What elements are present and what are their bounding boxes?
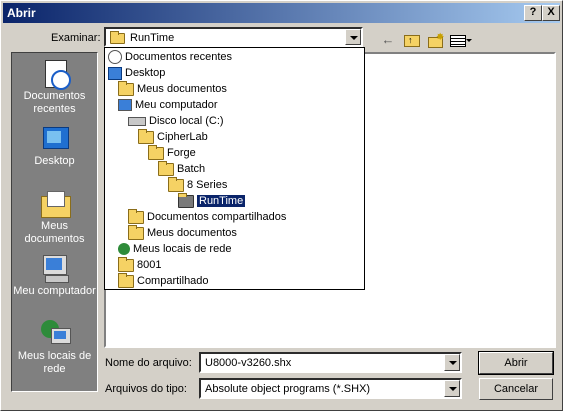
lookin-label: Examinar: xyxy=(51,32,101,44)
place-recent[interactable]: Documentos recentes xyxy=(12,58,97,116)
network-icon xyxy=(118,243,130,256)
place-label: Meu computador xyxy=(13,285,96,297)
close-button[interactable]: X xyxy=(542,5,560,21)
filename-label: Nome do arquivo: xyxy=(105,357,192,369)
folder-icon xyxy=(138,128,154,144)
recent-docs-icon xyxy=(39,58,71,90)
dropdown-item[interactable]: 8001 xyxy=(118,256,162,273)
dropdown-item[interactable]: Documentos recentes xyxy=(108,49,232,65)
lookin-combo[interactable]: RunTime xyxy=(104,27,363,47)
dropdown-item[interactable]: Meu computador xyxy=(118,97,218,113)
title-bar[interactable]: Abrir ? X xyxy=(3,3,560,23)
network-icon xyxy=(39,318,71,350)
folder-icon xyxy=(148,144,164,160)
item-label: RunTime xyxy=(197,195,246,207)
window-title: Abrir xyxy=(7,6,36,20)
place-label: Meus documentos xyxy=(24,220,85,245)
item-label: 8 Series xyxy=(187,179,228,191)
dropdown-item[interactable]: Meus documentos xyxy=(118,80,227,97)
dropdown-item[interactable]: Desktop xyxy=(108,65,165,81)
item-label: Forge xyxy=(167,147,196,159)
dropdown-item[interactable]: Meus documentos xyxy=(128,224,237,241)
up-folder-icon[interactable]: ↑ xyxy=(401,31,421,49)
computer-icon xyxy=(118,99,132,112)
dropdown-item[interactable]: Meus locais de rede xyxy=(118,241,231,257)
item-label: Batch xyxy=(177,163,206,175)
place-label: Meus locais de rede xyxy=(17,350,92,375)
folder-icon xyxy=(168,176,184,192)
item-label: CipherLab xyxy=(157,131,208,143)
open-dialog: Abrir ? X Examinar: RunTime ← ↑ ✸ Docume… xyxy=(0,0,563,411)
dropdown-item[interactable]: Disco local (C:) xyxy=(128,113,224,129)
filename-value: U8000-v3260.shx xyxy=(205,357,292,369)
folder-open-icon xyxy=(178,192,194,208)
item-label: Documentos compartilhados xyxy=(147,211,287,223)
my-documents-icon xyxy=(118,80,134,96)
item-label: Meus documentos xyxy=(137,83,227,95)
open-button[interactable]: Abrir xyxy=(478,351,554,375)
dropdown-item[interactable]: Forge xyxy=(148,144,196,161)
desktop-icon xyxy=(108,66,122,80)
item-label: Meu computador xyxy=(135,99,218,111)
folder-icon xyxy=(118,256,134,272)
item-label: Compartilhado xyxy=(137,275,209,287)
cancel-button[interactable]: Cancelar xyxy=(479,378,553,400)
filetype-label: Arquivos do tipo: xyxy=(105,383,187,395)
folder-icon xyxy=(110,31,125,44)
places-bar: Documentos recentes Desktop Meus documen… xyxy=(11,52,98,392)
dropdown-item[interactable]: 8 Series xyxy=(168,176,228,193)
folder-icon xyxy=(118,272,134,288)
folder-icon xyxy=(158,160,174,176)
new-folder-icon[interactable]: ✸ xyxy=(425,31,445,49)
item-label: Meus locais de rede xyxy=(133,243,232,255)
chevron-down-icon[interactable] xyxy=(444,354,460,371)
filename-input[interactable]: U8000-v3260.shx xyxy=(199,352,462,373)
item-label: Desktop xyxy=(125,67,166,79)
dropdown-item[interactable]: CipherLab xyxy=(138,128,208,145)
help-button[interactable]: ? xyxy=(524,5,542,21)
place-desktop[interactable]: Desktop xyxy=(12,123,97,168)
chevron-down-icon[interactable] xyxy=(444,380,460,397)
place-my-computer[interactable]: Meu computador xyxy=(12,253,97,298)
folder-icon xyxy=(128,224,144,240)
item-label: Documentos recentes xyxy=(125,51,232,63)
view-menu-icon[interactable] xyxy=(448,31,472,49)
item-label: Disco local (C:) xyxy=(149,115,224,127)
recent-docs-icon xyxy=(108,50,122,65)
dropdown-item-selected[interactable]: RunTime xyxy=(178,192,246,209)
folder-icon xyxy=(128,208,144,224)
place-label: Desktop xyxy=(34,155,75,167)
dropdown-item[interactable]: Documentos compartilhados xyxy=(128,208,287,225)
dropdown-item[interactable]: Batch xyxy=(158,160,206,177)
my-documents-icon xyxy=(39,188,71,220)
drive-icon xyxy=(128,116,146,126)
back-icon[interactable]: ← xyxy=(378,31,398,49)
lookin-value: RunTime xyxy=(130,32,175,44)
filetype-select[interactable]: Absolute object programs (*.SHX) xyxy=(199,378,462,399)
place-label: Documentos recentes xyxy=(23,90,86,115)
place-network[interactable]: Meus locais de rede xyxy=(12,318,97,376)
dropdown-item[interactable]: Compartilhado xyxy=(118,272,209,289)
item-label: 8001 xyxy=(137,259,162,271)
filetype-value: Absolute object programs (*.SHX) xyxy=(205,383,371,395)
desktop-icon xyxy=(39,123,71,155)
lookin-dropdown: Documentos recentes Desktop Meus documen… xyxy=(104,47,365,290)
item-label: Meus documentos xyxy=(147,227,237,239)
place-my-documents[interactable]: Meus documentos xyxy=(12,188,97,246)
chevron-down-icon[interactable] xyxy=(345,29,361,45)
computer-icon xyxy=(39,253,71,285)
